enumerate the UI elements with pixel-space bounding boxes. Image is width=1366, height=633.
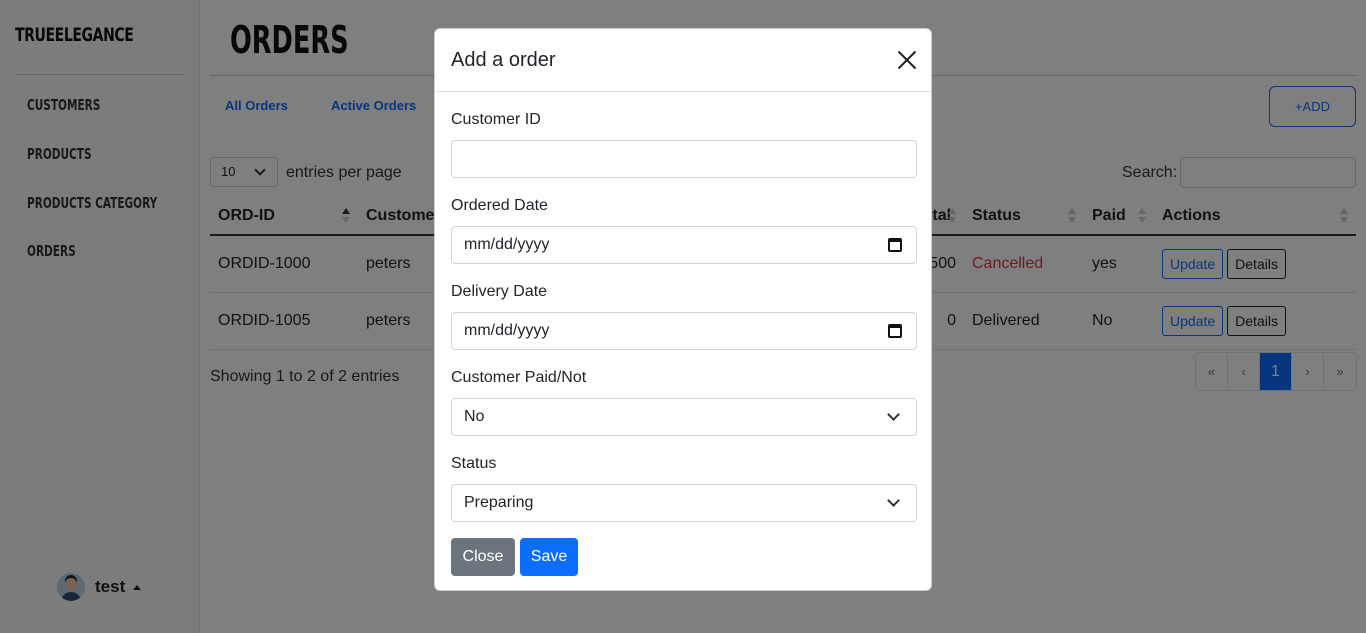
add-order-modal: Add a order Customer ID Ordered Date mm/… [434,28,932,591]
ordered-date-value: mm/dd/yyyy [464,236,550,253]
ordered-date-label: Ordered Date [451,197,548,214]
modal-title: Add a order [451,49,556,71]
ordered-date-input[interactable]: mm/dd/yyyy [451,226,917,264]
status-value: Preparing [464,494,534,511]
close-icon[interactable] [897,50,917,70]
customer-paid-select[interactable]: No [451,398,917,436]
save-button[interactable]: Save [520,538,578,576]
customer-id-label: Customer ID [451,111,541,128]
chevron-down-icon [887,408,900,421]
delivery-date-value: mm/dd/yyyy [464,322,550,339]
customer-paid-value: No [464,408,485,425]
modal-header: Add a order [435,29,931,92]
status-select[interactable]: Preparing [451,484,917,522]
delivery-date-label: Delivery Date [451,283,548,300]
delivery-date-input[interactable]: mm/dd/yyyy [451,312,917,350]
calendar-icon[interactable] [888,324,902,338]
chevron-down-icon [887,494,900,507]
status-label: Status [451,455,497,472]
customer-id-input[interactable] [451,140,917,178]
calendar-icon[interactable] [888,238,902,252]
customer-paid-label: Customer Paid/Not [451,369,587,386]
close-button[interactable]: Close [451,538,515,576]
